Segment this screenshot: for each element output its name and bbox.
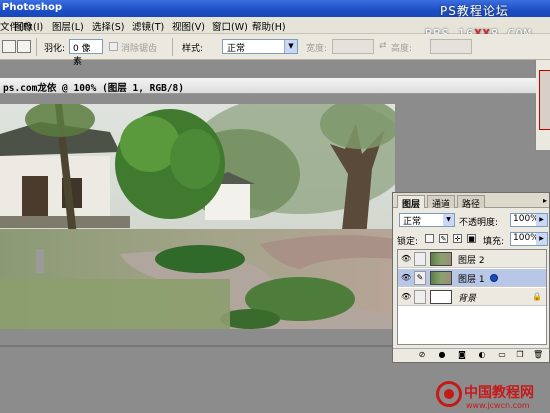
- navigator-preview: [539, 70, 550, 130]
- canvas-bottom-edge: [0, 345, 395, 347]
- width-input[interactable]: [332, 39, 374, 54]
- link-slot[interactable]: [414, 290, 426, 304]
- layer-name: 背景: [458, 294, 477, 304]
- antialias-checkbox[interactable]: [109, 42, 118, 51]
- chevron-right-icon: ▶: [536, 214, 547, 226]
- lock-transparency-icon[interactable]: [425, 234, 434, 243]
- trash-icon[interactable]: 🗑: [533, 350, 543, 360]
- link-layers-icon[interactable]: ⊘: [417, 350, 427, 360]
- layers-panel-tabs: 图层 通道 路径 ▸: [393, 193, 549, 210]
- opacity-input[interactable]: 100% ▶: [510, 213, 548, 227]
- eye-icon[interactable]: 👁: [401, 254, 411, 263]
- document-title-bar: ps.com龙依 @ 100% (图层 1, RGB/8): [0, 78, 536, 94]
- layers-panel: 图层 通道 路径 ▸ 正常 ▼ 不透明度: 100% ▶ 锁定: ✎ ✛ ■ 填充:…: [392, 192, 550, 363]
- layers-list: 👁 图层 2 👁 ✎ 图层 1 👁 背景 🔒: [397, 249, 547, 345]
- layer-name: 图层 1: [458, 275, 485, 285]
- layer-thumbnail: [430, 252, 452, 266]
- app-title: Photoshop: [2, 2, 63, 13]
- menu-image[interactable]: 图像(I): [14, 19, 43, 33]
- document-title: ps.com龙依 @ 100% (图层 1, RGB/8): [3, 83, 184, 94]
- logo-emblem-icon: [436, 381, 462, 407]
- chevron-down-icon: ▼: [443, 214, 454, 226]
- tab-layers[interactable]: 图层: [397, 195, 426, 210]
- options-bar: 羽化: 0 像素 消除锯齿 样式: 正常 ▼ 宽度: ⇄ 高度:: [0, 34, 550, 67]
- blend-row: 正常 ▼ 不透明度: 100% ▶: [393, 213, 549, 229]
- navigator-panel-edge: [535, 60, 550, 150]
- menu-layer[interactable]: 图层(L): [52, 19, 84, 33]
- separator: [36, 38, 37, 56]
- height-label: 高度:: [391, 44, 413, 54]
- eye-icon[interactable]: 👁: [401, 273, 411, 282]
- adjustment-layer-icon[interactable]: ◐: [477, 350, 487, 360]
- logo-text: 中国教程网: [464, 385, 534, 401]
- logo-url: www.jcwcn.com: [466, 401, 530, 410]
- fill-label: 填充:: [483, 237, 505, 247]
- lock-row: 锁定: ✎ ✛ ■ 填充: 100% ▶: [393, 232, 549, 248]
- eye-icon[interactable]: 👁: [401, 292, 411, 301]
- brush-icon[interactable]: ✎: [414, 271, 426, 285]
- feather-label: 羽化:: [44, 44, 66, 54]
- layer-row-2[interactable]: 👁 图层 2: [398, 250, 546, 268]
- layer-row-1[interactable]: 👁 ✎ 图层 1: [398, 269, 546, 287]
- feather-input[interactable]: 0 像素: [69, 39, 103, 67]
- chevron-down-icon: ▼: [284, 40, 297, 53]
- garden-photo: [0, 104, 395, 329]
- image-canvas[interactable]: [0, 104, 395, 329]
- layer-row-background[interactable]: 👁 背景 🔒: [398, 288, 546, 306]
- selection-add-icon[interactable]: [17, 40, 31, 53]
- lock-pixels-icon[interactable]: ✎: [439, 234, 448, 243]
- antialias-label: 消除锯齿: [121, 44, 158, 54]
- swap-icon[interactable]: ⇄: [379, 41, 387, 51]
- chevron-right-icon: ▶: [536, 233, 547, 245]
- add-mask-icon[interactable]: ◙: [457, 350, 467, 360]
- lock-icon: 🔒: [532, 292, 542, 301]
- link-slot[interactable]: [414, 252, 426, 266]
- add-style-icon[interactable]: ●: [437, 350, 447, 360]
- layers-panel-toolbar: ⊘ ● ◙ ◐ ▭ ❐ 🗑: [393, 348, 549, 362]
- fill-input[interactable]: 100% ▶: [510, 232, 548, 246]
- blend-mode-select[interactable]: 正常 ▼: [399, 213, 455, 227]
- panel-menu-icon[interactable]: ▸: [543, 196, 547, 205]
- height-input[interactable]: [430, 39, 472, 54]
- tab-channels[interactable]: 通道: [427, 195, 456, 210]
- style-select[interactable]: 正常 ▼: [222, 39, 298, 54]
- lock-label: 锁定:: [397, 237, 419, 247]
- title-bar: Photoshop PS教程论坛: [0, 0, 550, 18]
- menu-filter[interactable]: 滤镜(T): [132, 19, 164, 33]
- layer-effect-icon: [490, 274, 498, 282]
- menu-window[interactable]: 窗口(W): [212, 19, 248, 33]
- menu-view[interactable]: 视图(V): [172, 19, 205, 33]
- selection-mode-icon[interactable]: [2, 40, 16, 53]
- lock-all-icon[interactable]: ■: [467, 234, 476, 243]
- menu-help[interactable]: 帮助(H): [252, 19, 286, 33]
- site-logo: 中国教程网 www.jcwcn.com: [430, 378, 550, 413]
- layer-thumbnail: [430, 290, 452, 304]
- tab-paths[interactable]: 路径: [457, 195, 486, 210]
- width-label: 宽度:: [306, 44, 328, 54]
- layer-name: 图层 2: [458, 256, 485, 266]
- opacity-label: 不透明度:: [459, 218, 499, 228]
- layer-thumbnail: [430, 271, 452, 285]
- lock-position-icon[interactable]: ✛: [453, 234, 462, 243]
- menu-select[interactable]: 选择(S): [92, 19, 124, 33]
- style-label: 样式:: [182, 44, 204, 54]
- new-layer-icon[interactable]: ❐: [515, 350, 525, 360]
- new-group-icon[interactable]: ▭: [497, 350, 507, 360]
- separator: [172, 38, 173, 56]
